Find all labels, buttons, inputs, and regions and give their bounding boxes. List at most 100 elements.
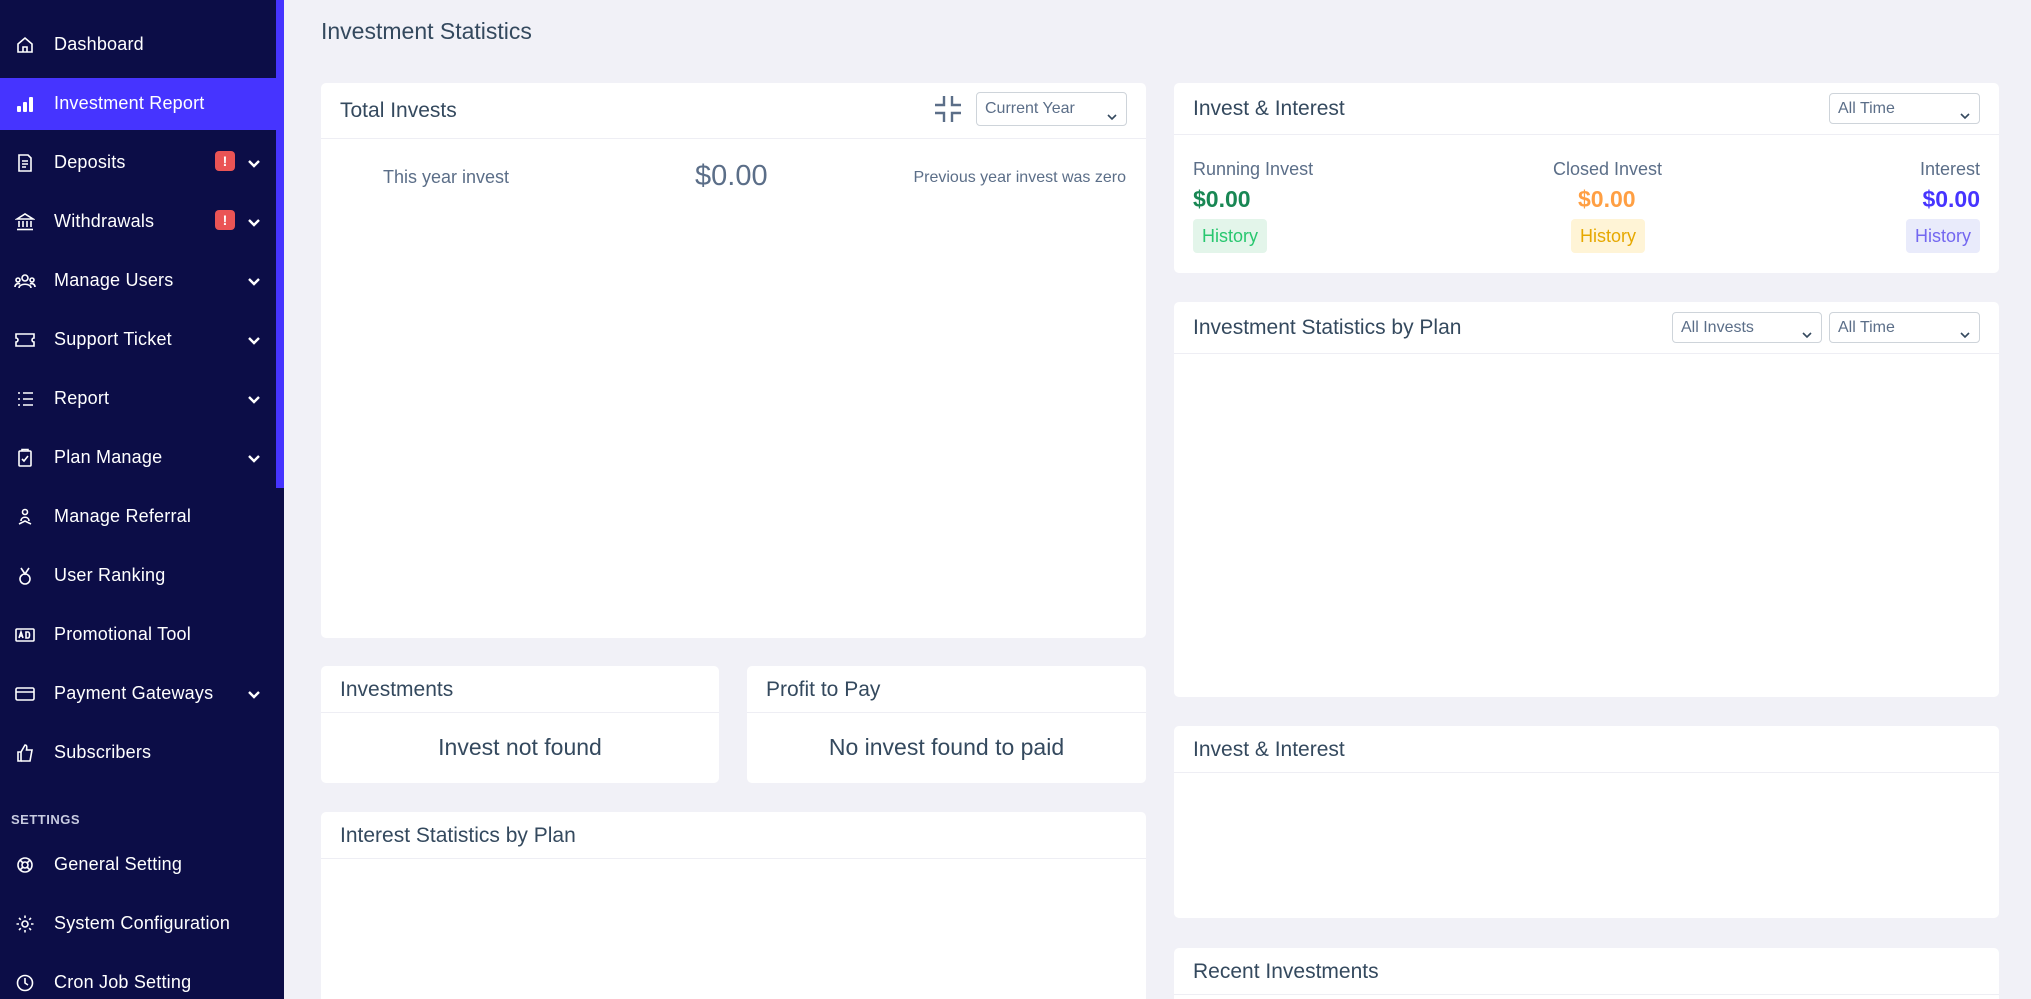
chevron-down-icon: [246, 155, 262, 171]
sidebar-item-user-ranking[interactable]: User Ranking: [0, 550, 276, 602]
invest-interest-chart-card: Invest & Interest: [1174, 726, 1999, 918]
invest-type-select-value: All Invests: [1681, 319, 1754, 336]
sidebar-item-label: Cron Job Setting: [54, 972, 192, 992]
medal-icon: [14, 565, 36, 587]
card-title: Total Invests: [340, 99, 457, 122]
sidebar-item-label: Investment Report: [54, 93, 205, 113]
chevron-down-icon: [1106, 103, 1118, 121]
card-header: Invest & Interest: [1174, 726, 1999, 773]
referral-icon: [14, 506, 36, 528]
sidebar-item-label: Dashboard: [54, 34, 144, 54]
interest-history-button[interactable]: History: [1905, 219, 1980, 253]
chevron-down-icon: [246, 450, 262, 466]
sidebar-item-label: User Ranking: [54, 565, 166, 585]
lifebuoy-icon: [14, 854, 36, 876]
clipboard-check-icon: [14, 447, 36, 469]
ad-icon: [14, 624, 36, 646]
thumbs-up-icon: [14, 742, 36, 764]
closed-invest-value: $0.00: [1578, 186, 1636, 212]
sidebar-item-report[interactable]: Report: [0, 373, 276, 425]
card-header: Profit to Pay: [747, 666, 1146, 713]
sidebar-item-promotional-tool[interactable]: Promotional Tool: [0, 609, 276, 661]
card-title: Interest Statistics by Plan: [340, 824, 576, 847]
bill-icon: [14, 152, 36, 174]
sidebar-item-general-setting[interactable]: General Setting: [0, 839, 276, 891]
sidebar-scrollbar[interactable]: [276, 0, 284, 488]
gear-icon: [14, 913, 36, 935]
chevron-down-icon: [246, 686, 262, 702]
clock-icon: [14, 972, 36, 994]
period-select[interactable]: All Time: [1829, 93, 1980, 124]
period-select-value: All Time: [1838, 319, 1895, 336]
chevron-down-icon: [1959, 322, 1971, 339]
sidebar-item-label: Deposits: [54, 152, 126, 172]
card-title: Invest & Interest: [1193, 97, 1345, 120]
running-invest-value: $0.00: [1193, 186, 1251, 212]
previous-year-note: Previous year invest was zero: [913, 169, 1126, 186]
card-header: Investment Statistics by Plan All Invest…: [1174, 302, 1999, 354]
card-title: Profit to Pay: [766, 678, 881, 701]
chevron-down-icon: [1959, 103, 1971, 120]
sidebar-item-label: System Configuration: [54, 913, 231, 933]
sidebar-item-label: Promotional Tool: [54, 624, 191, 644]
sidebar: Dashboard Investment Report Deposits ! W…: [0, 0, 284, 999]
page-title: Investment Statistics: [321, 18, 532, 44]
empty-state-text: Invest not found: [438, 734, 602, 760]
invest-type-select[interactable]: All Invests: [1672, 312, 1822, 343]
sidebar-item-manage-users[interactable]: Manage Users: [0, 255, 276, 307]
card-header: Recent Investments: [1174, 948, 1999, 995]
recent-investments-card: Recent Investments: [1174, 948, 1999, 999]
ticket-icon: [14, 329, 36, 351]
closed-invest-history-button[interactable]: History: [1571, 219, 1646, 253]
sidebar-item-plan-manage[interactable]: Plan Manage: [0, 432, 276, 484]
investment-stats-by-plan-card: Investment Statistics by Plan All Invest…: [1174, 302, 1999, 697]
bar-chart-icon: [14, 93, 36, 115]
closed-invest-label: Closed Invest: [1553, 159, 1663, 179]
card-header: Invest & Interest All Time: [1174, 83, 1999, 135]
period-select[interactable]: Current Year: [976, 92, 1127, 126]
this-year-label: This year invest: [383, 167, 510, 187]
sidebar-item-manage-referral[interactable]: Manage Referral: [0, 491, 276, 543]
total-invest-amount: $0.00: [695, 160, 768, 192]
sidebar-section-settings: SETTINGS: [11, 812, 81, 827]
interest-stats-by-plan-card: Interest Statistics by Plan: [321, 812, 1146, 999]
card-title: Recent Investments: [1193, 960, 1379, 983]
investments-card: Investments Invest not found: [321, 666, 719, 783]
sidebar-item-payment-gateways[interactable]: Payment Gateways: [0, 668, 276, 720]
sidebar-item-system-configuration[interactable]: System Configuration: [0, 898, 276, 950]
sidebar-item-support-ticket[interactable]: Support Ticket: [0, 314, 276, 366]
sidebar-item-investment-report[interactable]: Investment Report: [0, 78, 276, 130]
chevron-down-icon: [246, 391, 262, 407]
chevron-down-icon: [246, 332, 262, 348]
home-icon: [14, 34, 36, 56]
running-invest-label: Running Invest: [1193, 159, 1314, 179]
sidebar-item-cron-job-setting[interactable]: Cron Job Setting: [0, 957, 276, 999]
collapse-icon[interactable]: [933, 94, 963, 124]
sidebar-item-subscribers[interactable]: Subscribers: [0, 727, 276, 779]
period-select-value: All Time: [1838, 100, 1895, 117]
interest-label: Interest: [1919, 159, 1980, 179]
sidebar-item-withdrawals[interactable]: Withdrawals !: [0, 196, 276, 248]
card-header: Interest Statistics by Plan: [321, 812, 1146, 859]
sidebar-item-label: General Setting: [54, 854, 183, 874]
sidebar-item-label: Subscribers: [54, 742, 152, 762]
interest-value: $0.00: [1922, 186, 1980, 212]
running-invest-history-button[interactable]: History: [1193, 219, 1268, 253]
card-header: Total Invests Current Year: [321, 83, 1146, 139]
sidebar-item-deposits[interactable]: Deposits !: [0, 137, 276, 189]
sidebar-item-dashboard[interactable]: Dashboard: [0, 19, 276, 71]
card-header: Investments: [321, 666, 719, 713]
invest-interest-card: Invest & Interest All Time Running Inves…: [1174, 83, 1999, 273]
card-title: Investment Statistics by Plan: [1193, 316, 1462, 339]
users-icon: [14, 270, 36, 292]
period-select[interactable]: All Time: [1829, 312, 1980, 343]
sidebar-item-label: Support Ticket: [54, 329, 172, 349]
profit-to-pay-card: Profit to Pay No invest found to paid: [747, 666, 1146, 783]
sidebar-item-label: Manage Referral: [54, 506, 192, 526]
sidebar-item-label: Withdrawals: [54, 211, 155, 231]
period-select-value: Current Year: [985, 100, 1075, 117]
card-title: Investments: [340, 678, 454, 701]
total-invests-card: Total Invests Current Year This year inv…: [321, 83, 1146, 638]
alert-badge: !: [215, 151, 235, 171]
alert-badge: !: [215, 210, 235, 230]
